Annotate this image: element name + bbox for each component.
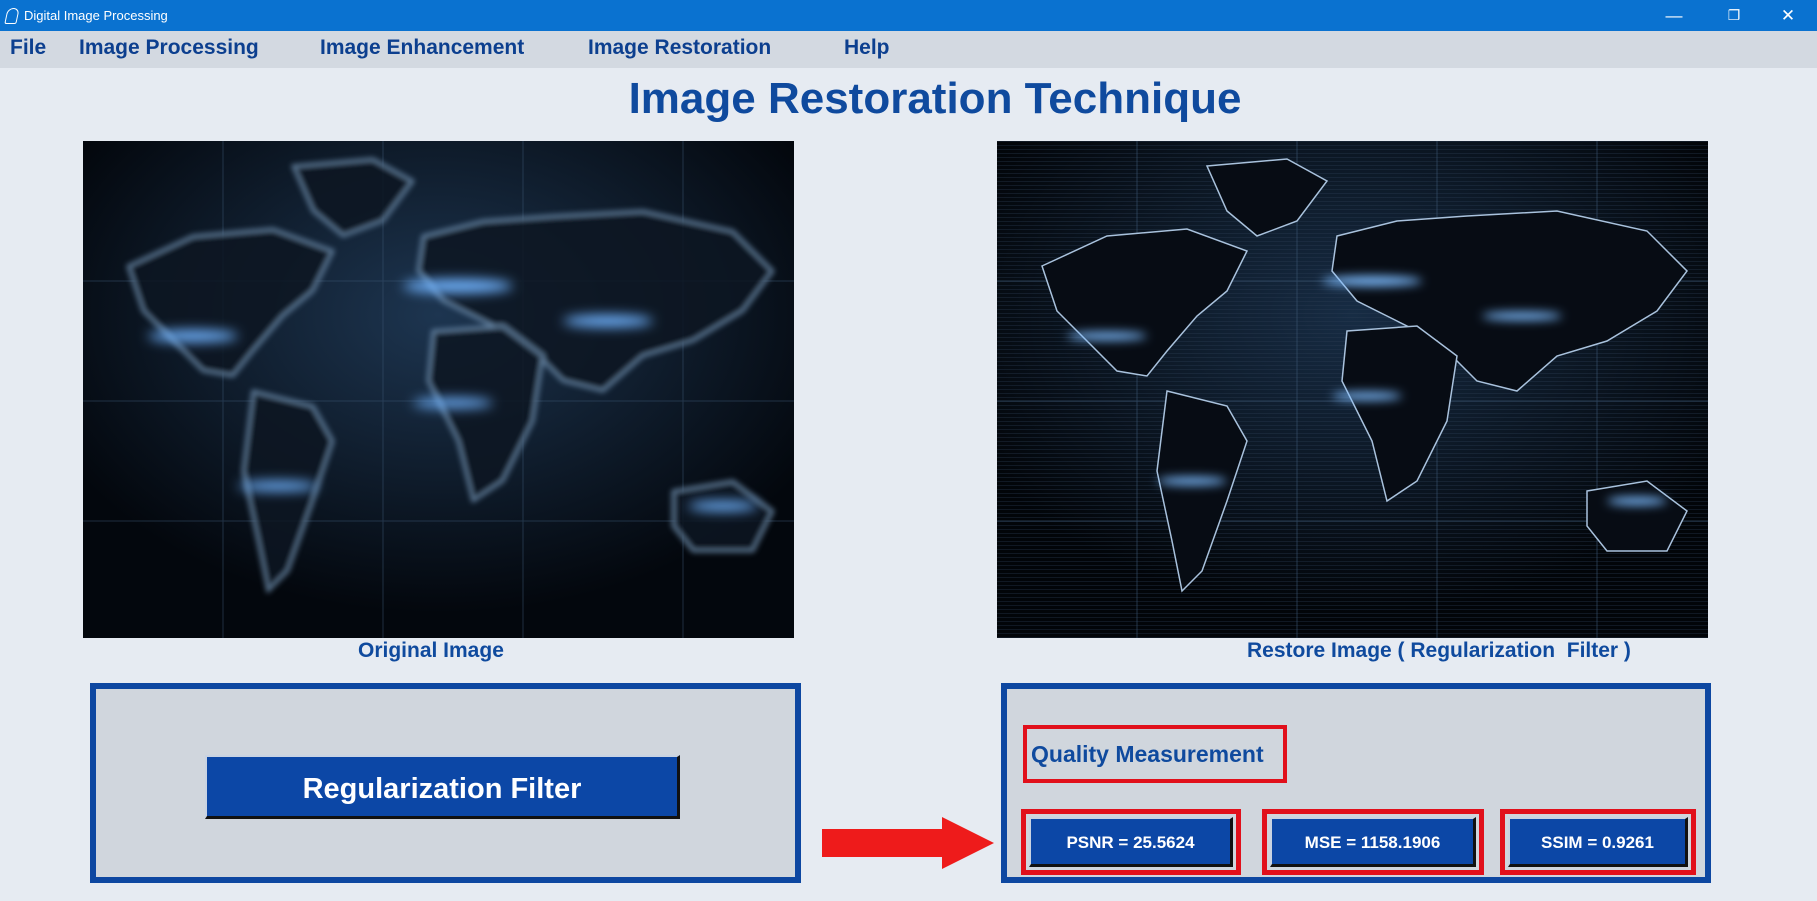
mse-frame: MSE = 1158.1906 — [1262, 809, 1484, 875]
restored-image — [997, 141, 1708, 638]
menu-help[interactable]: Help — [844, 36, 890, 60]
app-feather-icon — [4, 8, 20, 24]
world-map-restored-image — [997, 141, 1708, 638]
world-map-blurred-image — [83, 141, 794, 638]
ssim-frame: SSIM = 0.9261 — [1500, 809, 1696, 875]
window-titlebar: Digital Image Processing — ❐ ✕ — [0, 0, 1817, 31]
quality-measurement-label: Quality Measurement — [1023, 725, 1287, 783]
menu-image-processing[interactable]: Image Processing — [79, 36, 259, 60]
menu-image-enhancement[interactable]: Image Enhancement — [320, 36, 524, 60]
menu-file[interactable]: File — [10, 36, 46, 60]
mse-button[interactable]: MSE = 1158.1906 — [1270, 817, 1476, 867]
ssim-button[interactable]: SSIM = 0.9261 — [1508, 817, 1688, 867]
minimize-icon[interactable]: — — [1646, 3, 1702, 28]
menu-bar — [0, 31, 1817, 68]
right-arrow-icon — [822, 817, 994, 869]
original-image — [83, 141, 794, 638]
original-image-caption: Original Image — [358, 639, 504, 662]
page-title: Image Restoration Technique — [628, 74, 1242, 123]
close-icon[interactable]: ✕ — [1760, 3, 1816, 28]
psnr-button[interactable]: PSNR = 25.5624 — [1029, 817, 1233, 867]
regularization-filter-button[interactable]: Regularization Filter — [205, 755, 680, 819]
restored-image-caption: Restore Image ( Regularization Filter ) — [1247, 639, 1631, 662]
menu-image-restoration[interactable]: Image Restoration — [588, 36, 771, 60]
maximize-icon[interactable]: ❐ — [1706, 3, 1762, 28]
window-title: Digital Image Processing — [24, 8, 168, 23]
psnr-frame: PSNR = 25.5624 — [1021, 809, 1241, 875]
